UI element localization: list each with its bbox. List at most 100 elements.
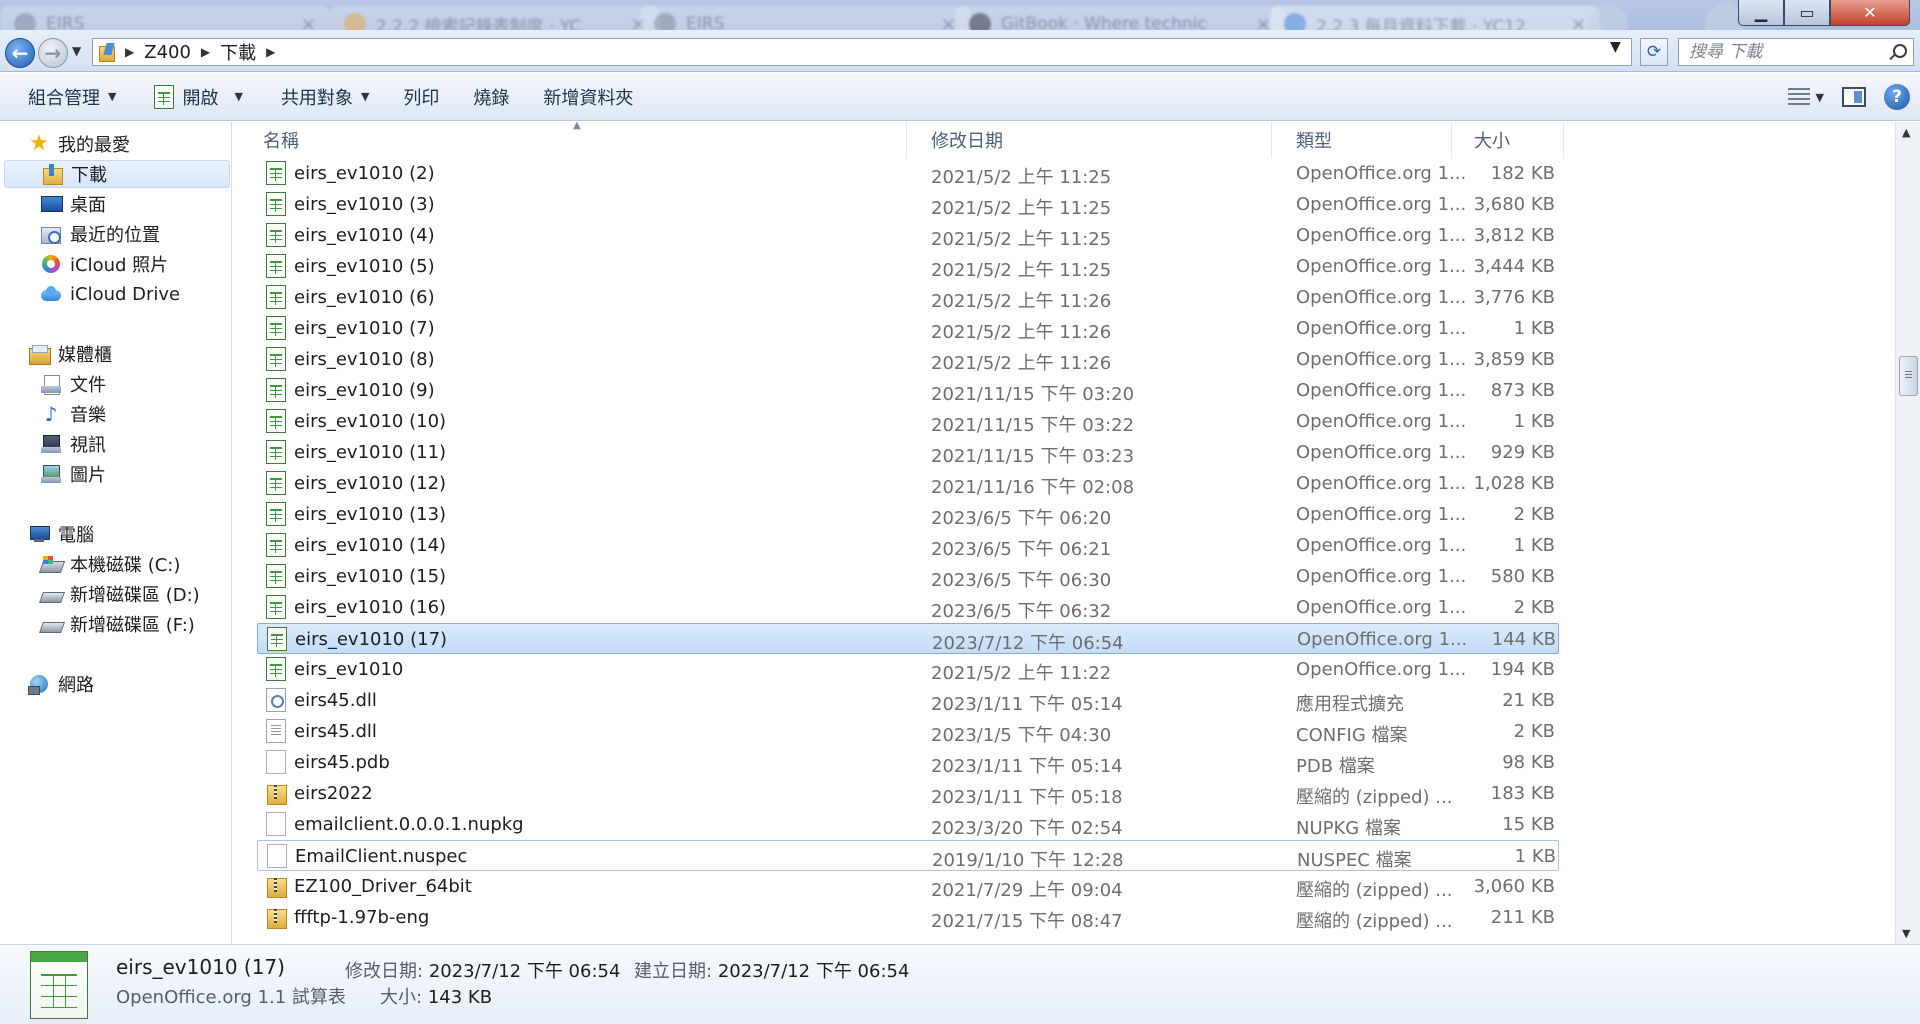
close-button[interactable]: ✕ — [1830, 0, 1910, 26]
nav-drive-d[interactable]: 新增磁碟區 (D:) — [40, 580, 200, 608]
nav-label: 媒體櫃 — [58, 345, 112, 366]
file-row[interactable]: eirs_ev1010 (4) 2021/5/2 上午 11:25 OpenOffi… — [257, 220, 1559, 251]
file-name: eirs_ev1010 (6) — [294, 286, 435, 308]
file-row[interactable]: eirs_ev1010 (12) 2021/11/16 下午 02:08 OpenO… — [257, 468, 1559, 499]
nav-favorites[interactable]: ★ 我的最愛 — [28, 130, 130, 158]
column-header-type[interactable]: 類型 — [1272, 122, 1452, 158]
refresh-button[interactable]: ⟳ — [1640, 38, 1668, 66]
file-row[interactable]: eirs_ev1010 (8) 2021/5/2 上午 11:26 OpenOffi… — [257, 344, 1559, 375]
scroll-thumb[interactable] — [1899, 356, 1918, 396]
file-row[interactable]: EZ100_Driver_64bit 2021/7/29 上午 09:04 壓縮的 … — [257, 871, 1559, 902]
vertical-scrollbar[interactable]: ▲ ▼ — [1895, 122, 1920, 944]
file-row[interactable]: eirs_ev1010 (11) 2021/11/15 下午 03:23 OpenO… — [257, 437, 1559, 468]
file-row[interactable]: eirs45.dll 2023/1/11 下午 05:14 應用程式擴充 21 KB — [257, 685, 1559, 716]
search-icon[interactable] — [1893, 44, 1907, 58]
file-row[interactable]: eirs_ev1010 (9) 2021/11/15 下午 03:20 OpenOf… — [257, 375, 1559, 406]
file-size: 929 KB — [1490, 442, 1555, 463]
nav-pictures[interactable]: 圖片 — [40, 460, 106, 488]
nav-icloud-photos[interactable]: iCloud 照片 — [40, 250, 168, 278]
chevron-down-icon[interactable]: ▼ — [1816, 91, 1824, 104]
file-modified-date: 2021/5/2 上午 11:26 — [931, 353, 1112, 374]
nav-network[interactable]: 網路 — [28, 670, 94, 698]
file-modified-date: 2021/5/2 上午 11:25 — [931, 198, 1112, 219]
nav-videos[interactable]: 視訊 — [40, 430, 106, 458]
file-row[interactable]: eirs_ev1010 (14) 2023/6/5 下午 06:21 OpenOff… — [257, 530, 1559, 561]
file-row[interactable]: emailclient.0.0.0.1.nupkg 2023/3/20 下午 02… — [257, 809, 1559, 840]
file-row[interactable]: eirs_ev1010 (6) 2021/5/2 上午 11:26 OpenOffi… — [257, 282, 1559, 313]
file-row[interactable]: eirs_ev1010 (16) 2023/6/5 下午 06:32 OpenOff… — [257, 592, 1559, 623]
change-view-icon[interactable] — [1787, 88, 1810, 106]
recent-pages-dropdown-icon[interactable]: ▼ — [72, 44, 81, 58]
file-row[interactable]: eirs_ev1010 (5) 2021/5/2 上午 11:25 OpenOffi… — [257, 251, 1559, 282]
file-row[interactable]: eirs_ev1010 (15) 2023/6/5 下午 06:30 OpenOff… — [257, 561, 1559, 592]
organize-button[interactable]: 組合管理 ▼ — [14, 80, 130, 114]
nav-drive-f[interactable]: 新增磁碟區 (F:) — [40, 610, 195, 638]
file-size: 3,444 KB — [1473, 256, 1555, 277]
file-modified-date: 2021/11/15 下午 03:23 — [931, 446, 1135, 467]
file-row[interactable]: ffftp-1.97b-eng 2021/7/15 下午 08:47 壓縮的 (zi… — [257, 902, 1559, 933]
nav-documents[interactable]: 文件 — [40, 370, 106, 398]
file-name-cell: eirs45.pdb — [266, 750, 886, 774]
chevron-right-icon[interactable]: ▶ — [125, 45, 134, 59]
new-folder-button[interactable]: 新增資料夾 — [529, 80, 647, 114]
scroll-up-icon[interactable]: ▲ — [1902, 126, 1910, 139]
file-row[interactable]: eirs_ev1010 (17) 2023/7/12 下午 06:54 OpenOf… — [257, 623, 1559, 654]
file-row[interactable]: eirs_ev1010 (2) 2021/5/2 上午 11:25 OpenOffi… — [257, 158, 1559, 189]
file-modified-date: 2023/1/5 下午 04:30 — [931, 725, 1112, 746]
star-icon: ★ — [29, 131, 49, 156]
nav-icloud-drive[interactable]: iCloud Drive — [40, 280, 180, 308]
file-row[interactable]: eirs_ev1010 (10) 2021/11/15 下午 03:22 OpenO… — [257, 406, 1559, 437]
back-button[interactable]: ← — [5, 38, 35, 68]
burn-button[interactable]: 燒錄 — [459, 80, 523, 114]
share-with-button[interactable]: 共用對象 ▼ — [267, 80, 383, 114]
minimize-button[interactable]: ▁ — [1738, 0, 1784, 26]
open-button[interactable]: 開啟 ▼ — [140, 80, 256, 114]
breadcrumb-item[interactable]: Z400 — [144, 42, 191, 63]
file-name-cell: eirs45.dll — [266, 688, 886, 712]
file-row[interactable]: eirs_ev1010 (7) 2021/5/2 上午 11:26 OpenOffi… — [257, 313, 1559, 344]
file-name-cell: eirs_ev1010 (2) — [266, 161, 886, 185]
details-file-type: OpenOffice.org 1.1 試算表 — [116, 987, 346, 1008]
help-icon[interactable]: ? — [1884, 84, 1910, 110]
column-header-date[interactable]: 修改日期 — [907, 122, 1272, 158]
preview-pane-icon[interactable] — [1842, 87, 1866, 107]
file-row[interactable]: eirs45.pdb 2023/1/11 下午 05:14 PDB 檔案 98 KB — [257, 747, 1559, 778]
arrow-right-icon: → — [44, 41, 62, 65]
hard-drive-icon — [40, 584, 62, 604]
details-pane: eirs_ev1010 (17) OpenOffice.org 1.1 試算表 … — [0, 944, 1920, 1024]
print-button[interactable]: 列印 — [389, 80, 453, 114]
nav-desktop[interactable]: 桌面 — [40, 190, 106, 218]
file-name: eirs_ev1010 — [294, 658, 404, 680]
chevron-right-icon[interactable]: ▶ — [266, 45, 275, 59]
nav-drive-c[interactable]: 本機磁碟 (C:) — [40, 550, 180, 578]
scroll-down-icon[interactable]: ▼ — [1902, 927, 1910, 940]
nav-libraries[interactable]: 媒體櫃 — [28, 340, 112, 368]
search-input[interactable] — [1689, 42, 1869, 62]
file-row[interactable]: eirs_ev1010 2021/5/2 上午 11:22 OpenOffice.o… — [257, 654, 1559, 685]
file-row[interactable]: eirs_ev1010 (13) 2023/6/5 下午 06:20 OpenOff… — [257, 499, 1559, 530]
share-label: 共用對象 — [280, 87, 353, 109]
nav-computer[interactable]: 電腦 — [28, 520, 94, 548]
chevron-right-icon[interactable]: ▶ — [201, 45, 210, 59]
nav-music[interactable]: ♪ 音樂 — [40, 400, 106, 428]
column-header-name[interactable]: 名稱 ▲ — [233, 122, 907, 158]
address-bar[interactable]: ▶ Z400 ▶ 下載 ▶ — [92, 38, 1632, 66]
file-row[interactable]: EmailClient.nuspec 2019/1/10 下午 12:28 NUSP… — [257, 840, 1559, 871]
file-size: 211 KB — [1490, 907, 1555, 928]
maximize-button[interactable]: ▭ — [1784, 0, 1830, 26]
forward-button[interactable]: → — [38, 38, 68, 68]
column-header-size[interactable]: 大小 — [1452, 122, 1564, 158]
search-box[interactable] — [1678, 38, 1914, 66]
file-size: 3,812 KB — [1473, 225, 1555, 246]
nav-recent-places[interactable]: 最近的位置 — [40, 220, 160, 248]
spreadsheet-file-icon — [266, 440, 286, 464]
file-row[interactable]: eirs_ev1010 (3) 2021/5/2 上午 11:25 OpenOffi… — [257, 189, 1559, 220]
breadcrumb-item[interactable]: 下載 — [220, 39, 256, 65]
file-row[interactable]: eirs2022 2023/1/11 下午 05:18 壓縮的 (zipped) .… — [257, 778, 1559, 809]
file-modified-date: 2023/6/5 下午 06:21 — [931, 539, 1112, 560]
address-history-dropdown-icon[interactable]: ▼ — [1610, 39, 1621, 55]
file-row[interactable]: eirs45.dll 2023/1/5 下午 04:30 CONFIG 檔案 2 KB — [257, 716, 1559, 747]
nav-label: 新增磁碟區 (D:) — [70, 585, 200, 606]
nav-downloads[interactable]: 下載 — [4, 160, 230, 188]
navigation-pane: ★ 我的最愛 下載 桌面 最近的位置 iCloud 照片 iCloud Driv… — [0, 122, 232, 944]
